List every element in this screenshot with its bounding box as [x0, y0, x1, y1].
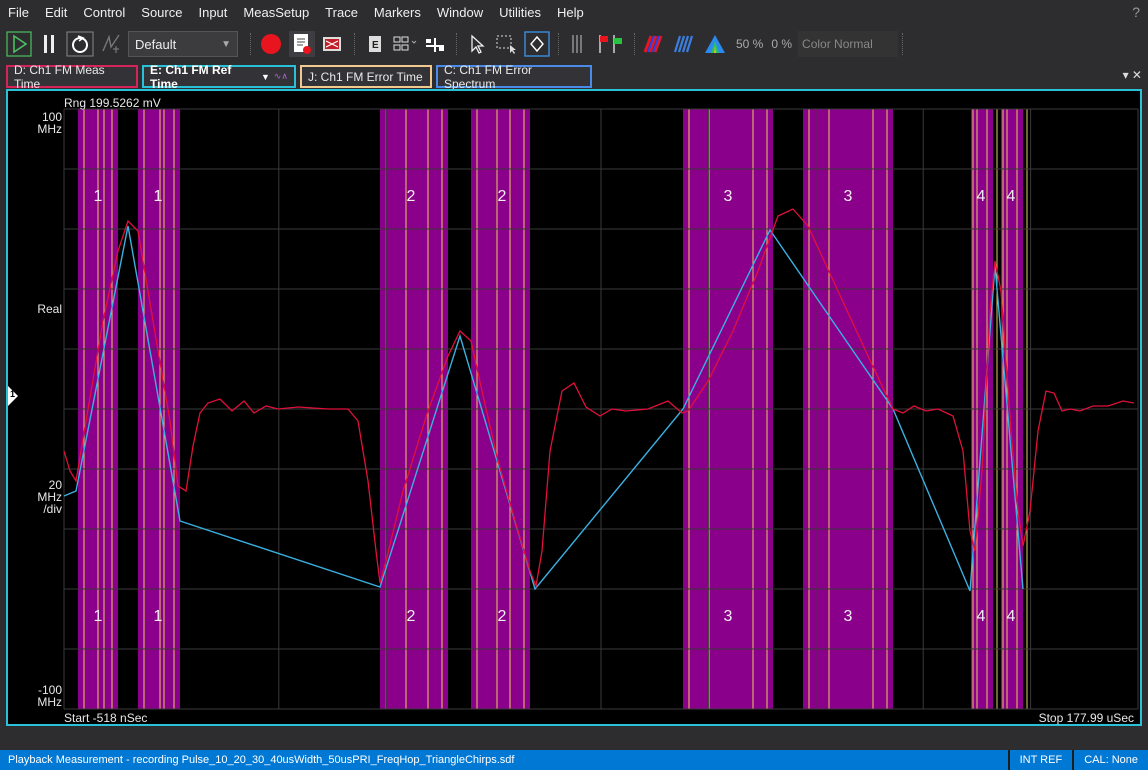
- toolbar-separator: [902, 33, 906, 55]
- toolbar-separator: [456, 33, 460, 55]
- segment-label: 1: [154, 608, 163, 625]
- trace-window: 1 1 1 1 2 2 2 2 3 3 3 3 4 4 4 4 Rng 199.5262 mV 100 MHz…: [6, 89, 1142, 726]
- menu-source[interactable]: Source: [133, 0, 190, 26]
- svg-text:E: E: [372, 40, 379, 51]
- tab-error-time[interactable]: J: Ch1 FM Error Time: [300, 65, 432, 88]
- tab-error-spectrum[interactable]: C: Ch1 FM Error Spectrum: [436, 62, 592, 91]
- waterfall-icon[interactable]: [672, 29, 698, 59]
- zoom-percent: 50 %: [736, 37, 764, 51]
- menu-trace[interactable]: Trace: [317, 0, 366, 26]
- segment-label: 3: [724, 188, 733, 205]
- menu-edit[interactable]: Edit: [37, 0, 75, 26]
- trace-tab-bar: D: Ch1 FM Meas Time E: Ch1 FM Ref Time ▼…: [0, 62, 1148, 91]
- segment-label: 4: [1007, 608, 1016, 625]
- segment-label: 2: [407, 608, 416, 625]
- menu-meassetup[interactable]: MeasSetup: [235, 0, 317, 26]
- menu-utilities[interactable]: Utilities: [491, 0, 549, 26]
- range-readout: Rng 199.5262 mV: [64, 96, 161, 110]
- x-start-label: Start -518 nSec: [64, 711, 148, 725]
- tab-label: C: Ch1 FM Error Spectrum: [444, 62, 533, 91]
- segment-label: 4: [977, 188, 986, 205]
- segment-label: 2: [498, 188, 507, 205]
- chevron-down-icon[interactable]: ▼: [261, 72, 270, 82]
- fm-time-plot[interactable]: 1 1 1 1 2 2 2 2 3 3 3 3 4 4 4 4: [8, 91, 1140, 724]
- tab-label: E: Ch1 FM Ref Time: [150, 62, 232, 91]
- segment-label: 3: [844, 188, 853, 205]
- tab-meas-time[interactable]: D: Ch1 FM Meas Time: [6, 62, 138, 91]
- preset-dropdown[interactable]: Default ▼: [128, 31, 238, 57]
- marker-diamond-icon[interactable]: [524, 29, 550, 59]
- offset-percent: 0 %: [771, 37, 793, 51]
- menu-window[interactable]: Window: [429, 0, 491, 26]
- segment-label: 4: [977, 608, 986, 625]
- help-icon[interactable]: ?: [1132, 4, 1140, 20]
- toolbar-separator: [250, 33, 254, 55]
- menu-file[interactable]: File: [0, 0, 37, 26]
- status-message: Playback Measurement - recording Pulse_1…: [8, 754, 515, 766]
- box-select-icon[interactable]: [494, 29, 520, 59]
- menu-bar: File Edit Control Source Input MeasSetup…: [0, 0, 1148, 26]
- tab-ref-time[interactable]: E: Ch1 FM Ref Time ▼ ∿∧: [142, 62, 296, 91]
- arrange-icon[interactable]: [422, 29, 448, 59]
- tab-close-controls[interactable]: ▾ ✕: [1123, 68, 1142, 82]
- y-scale-label: 20 MHz /div: [37, 478, 62, 516]
- marker-e-icon[interactable]: E: [362, 29, 388, 59]
- segment-label: 2: [498, 608, 507, 625]
- int-ref-indicator[interactable]: INT REF: [1007, 750, 1073, 770]
- segment-label: 1: [154, 188, 163, 205]
- play-icon[interactable]: [6, 29, 32, 59]
- preset-value: Default: [135, 36, 177, 52]
- pointer-icon[interactable]: [464, 29, 490, 59]
- segment-label: 3: [724, 608, 733, 625]
- x-stop-label: Stop 177.99 uSec: [1038, 711, 1134, 725]
- record-icon[interactable]: [258, 29, 284, 59]
- toolbar-separator: [558, 33, 562, 55]
- menu-markers[interactable]: Markers: [366, 0, 429, 26]
- y-top-label: 100 MHz: [37, 110, 62, 136]
- report-icon[interactable]: [288, 29, 316, 59]
- segment-label: 1: [94, 608, 103, 625]
- segment-label: 3: [844, 608, 853, 625]
- channel-icon[interactable]: [98, 29, 124, 59]
- segment-label: 4: [1007, 188, 1016, 205]
- density-icon[interactable]: [702, 29, 728, 59]
- segment-label: 2: [407, 188, 416, 205]
- segment-label: 1: [94, 188, 103, 205]
- toolbar-separator: [354, 33, 358, 55]
- color-mode-value: Color Normal: [802, 37, 873, 51]
- chevron-down-icon: ▼: [221, 38, 231, 50]
- recording-config-icon[interactable]: [320, 29, 346, 59]
- toolbar: Default ▼ E 50 % 0 % Color Normal: [0, 26, 1148, 62]
- reference-marker-label: 1: [10, 389, 16, 399]
- toolbar-separator: [634, 33, 638, 55]
- cal-indicator[interactable]: CAL: None: [1072, 750, 1148, 770]
- restart-icon[interactable]: [66, 29, 94, 59]
- tab-label: D: Ch1 FM Meas Time: [14, 62, 105, 91]
- layout-grid-icon[interactable]: [392, 29, 418, 59]
- y-bottom-label: -100 MHz: [37, 683, 62, 709]
- pause-icon[interactable]: [36, 29, 62, 59]
- trace-type-icon: ∿∧: [273, 71, 288, 81]
- menu-input[interactable]: Input: [190, 0, 235, 26]
- menu-control[interactable]: Control: [75, 0, 133, 26]
- status-bar: Playback Measurement - recording Pulse_1…: [0, 750, 1148, 770]
- spectrogram-icon[interactable]: [642, 29, 668, 59]
- y-format-label: Real: [37, 302, 62, 316]
- menu-help[interactable]: Help: [549, 0, 592, 26]
- tab-label: J: Ch1 FM Error Time: [308, 69, 423, 84]
- flag-markers-icon[interactable]: [596, 29, 626, 59]
- color-mode-dropdown[interactable]: Color Normal: [798, 31, 899, 57]
- gate-bars-icon[interactable]: [566, 29, 592, 59]
